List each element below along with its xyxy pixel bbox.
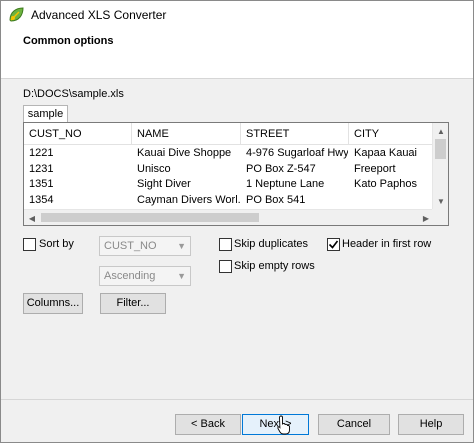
cancel-button[interactable]: Cancel bbox=[318, 414, 390, 435]
table-row[interactable]: 1351 Sight Diver 1 Neptune Lane Kato Pap… bbox=[24, 177, 434, 193]
column-header-city[interactable]: CITY bbox=[349, 123, 434, 145]
table-row[interactable]: 1221 Kauai Dive Shoppe 4-976 Sugarloaf H… bbox=[24, 146, 434, 162]
horizontal-scrollbar[interactable]: ◀ ▶ bbox=[24, 209, 434, 225]
table-cell: 4-976 Sugarloaf Hwy bbox=[246, 147, 349, 159]
data-preview-grid[interactable]: CUST_NO NAME STREET CITY 1221 Kauai Dive… bbox=[23, 122, 449, 226]
table-cell: PO Box Z-547 bbox=[246, 162, 316, 175]
title-bar[interactable]: Advanced XLS Converter bbox=[1, 1, 473, 29]
table-cell: PO Box 541 bbox=[246, 193, 306, 206]
filter-button[interactable]: Filter... bbox=[100, 293, 166, 314]
sort-field-select[interactable]: CUST_NO ▼ bbox=[99, 236, 191, 256]
table-cell: 1354 bbox=[29, 193, 54, 206]
sort-by-label: Sort by bbox=[39, 238, 74, 250]
table-cell: Sight Diver bbox=[137, 178, 191, 190]
scroll-up-icon[interactable]: ▲ bbox=[433, 123, 448, 139]
vertical-scroll-thumb[interactable] bbox=[435, 139, 446, 159]
column-header-street[interactable]: STREET bbox=[241, 123, 349, 145]
table-cell: Kato Paphos bbox=[354, 178, 417, 190]
header-panel: Common options bbox=[1, 29, 473, 79]
columns-button[interactable]: Columns... bbox=[23, 293, 83, 314]
footer-divider bbox=[1, 399, 473, 400]
next-button[interactable]: Next > bbox=[242, 414, 309, 435]
tab-sample[interactable]: sample bbox=[23, 105, 68, 123]
table-cell: 1221 bbox=[29, 147, 54, 159]
sort-field-value: CUST_NO bbox=[104, 240, 157, 252]
skip-duplicates-checkbox[interactable] bbox=[219, 238, 232, 251]
scrollbar-corner bbox=[432, 209, 448, 225]
checkmark-icon bbox=[328, 240, 339, 249]
table-cell: Freeport bbox=[354, 162, 396, 175]
sort-by-checkbox[interactable] bbox=[23, 238, 36, 251]
table-row[interactable]: 1231 Unisco PO Box Z-547 Freeport bbox=[24, 162, 434, 178]
file-path-label: D:\DOCS\sample.xls bbox=[23, 88, 124, 100]
column-header-name[interactable]: NAME bbox=[132, 123, 241, 145]
xls-converter-leaf-icon bbox=[9, 7, 24, 22]
chevron-down-icon: ▼ bbox=[177, 271, 186, 281]
grid-header-row: CUST_NO NAME STREET CITY bbox=[24, 123, 434, 145]
sort-order-select[interactable]: Ascending ▼ bbox=[99, 266, 191, 286]
window-title: Advanced XLS Converter bbox=[31, 8, 167, 22]
table-cell: Cayman Divers Worl... bbox=[137, 193, 241, 206]
table-cell: Kapaa Kauai bbox=[354, 147, 417, 159]
scroll-left-icon[interactable]: ◀ bbox=[24, 210, 40, 225]
header-in-first-row-checkbox[interactable] bbox=[327, 238, 340, 251]
sort-order-value: Ascending bbox=[104, 270, 156, 282]
table-cell: Kauai Dive Shoppe bbox=[137, 147, 232, 159]
table-cell: 1231 bbox=[29, 162, 54, 175]
header-in-first-row-label: Header in first row bbox=[342, 238, 432, 250]
vertical-scrollbar[interactable]: ▲ ▼ bbox=[432, 123, 448, 209]
scroll-down-icon[interactable]: ▼ bbox=[433, 193, 448, 209]
table-cell: 1351 bbox=[29, 178, 54, 190]
skip-duplicates-label: Skip duplicates bbox=[234, 238, 308, 250]
table-row[interactable]: 1354 Cayman Divers Worl... PO Box 541 bbox=[24, 193, 434, 209]
table-cell: 1 Neptune Lane bbox=[246, 178, 325, 190]
converter-window: Advanced XLS Converter Common options D:… bbox=[0, 0, 474, 443]
skip-empty-rows-label: Skip empty rows bbox=[234, 260, 315, 272]
table-cell: Unisco bbox=[137, 162, 171, 175]
chevron-down-icon: ▼ bbox=[177, 241, 186, 251]
column-header-cust-no[interactable]: CUST_NO bbox=[24, 123, 132, 145]
back-button[interactable]: < Back bbox=[175, 414, 241, 435]
horizontal-scroll-thumb[interactable] bbox=[41, 213, 259, 222]
help-button[interactable]: Help bbox=[398, 414, 464, 435]
grid-body: 1221 Kauai Dive Shoppe 4-976 Sugarloaf H… bbox=[24, 146, 434, 208]
page-title: Common options bbox=[23, 35, 114, 47]
table-cell bbox=[349, 193, 434, 209]
skip-empty-rows-checkbox[interactable] bbox=[219, 260, 232, 273]
